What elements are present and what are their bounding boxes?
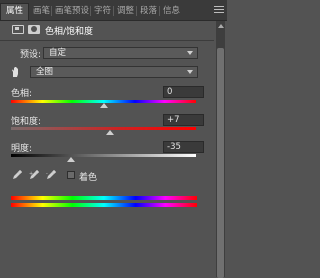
hue-label: 色相: bbox=[11, 89, 33, 99]
panel-title: 色相/饱和度 bbox=[45, 27, 94, 37]
tab-brush-presets[interactable]: 画笔预设 bbox=[55, 4, 89, 20]
hue-input[interactable]: 0 bbox=[163, 86, 204, 98]
lightness-slider-thumb[interactable] bbox=[67, 157, 76, 162]
svg-text:-: - bbox=[46, 171, 48, 177]
svg-text:+: + bbox=[29, 171, 33, 177]
scroll-up-arrow-icon[interactable] bbox=[218, 24, 224, 28]
eyedropper-minus-icon[interactable]: - bbox=[46, 169, 57, 180]
preset-dropdown-value: 自定 bbox=[49, 48, 67, 58]
colorize-checkbox[interactable] bbox=[67, 171, 75, 179]
tab-character[interactable]: 字符 bbox=[94, 4, 111, 20]
colorize-label: 着色 bbox=[79, 173, 98, 183]
tab-properties[interactable]: 属性 bbox=[0, 3, 30, 20]
tab-bar: 属性 画笔 画笔预设 字符 调整 段落 信息 bbox=[0, 0, 227, 21]
lightness-label: 明度: bbox=[11, 144, 33, 154]
saturation-label: 饱和度: bbox=[11, 117, 42, 127]
tab-adjustments[interactable]: 调整 bbox=[117, 4, 134, 20]
chevron-down-icon bbox=[187, 51, 193, 55]
lightness-input[interactable]: -35 bbox=[163, 141, 204, 153]
saturation-input[interactable]: +7 bbox=[163, 114, 204, 126]
input-spectrum-bar bbox=[11, 196, 197, 200]
tab-separator bbox=[90, 6, 91, 16]
properties-panel bbox=[0, 0, 214, 277]
preset-label: 预设: bbox=[20, 50, 42, 60]
eyedropper-icon[interactable] bbox=[12, 169, 23, 180]
adjustment-layer-icon[interactable] bbox=[12, 25, 24, 34]
targeted-adjustment-hand-icon[interactable] bbox=[10, 66, 22, 78]
tab-separator bbox=[113, 6, 114, 16]
saturation-slider-thumb[interactable] bbox=[105, 130, 114, 135]
hue-slider-thumb[interactable] bbox=[99, 103, 108, 108]
chevron-down-icon bbox=[187, 70, 193, 74]
lightness-slider-track[interactable] bbox=[11, 154, 196, 157]
tab-separator bbox=[51, 6, 52, 16]
tab-info[interactable]: 信息 bbox=[163, 4, 180, 20]
tab-paragraph[interactable]: 段落 bbox=[140, 4, 157, 20]
properties-header: 色相/饱和度 bbox=[0, 21, 214, 39]
channel-dropdown-value: 全图 bbox=[36, 67, 54, 77]
preset-dropdown[interactable]: 自定 bbox=[43, 47, 198, 59]
output-spectrum-bar bbox=[11, 203, 197, 207]
tab-separator bbox=[159, 6, 160, 16]
divider bbox=[0, 40, 214, 41]
panel-menu-icon[interactable] bbox=[214, 6, 224, 15]
channel-dropdown[interactable]: 全图 bbox=[30, 66, 198, 78]
saturation-slider-track[interactable] bbox=[11, 127, 196, 130]
layer-mask-icon[interactable] bbox=[28, 25, 40, 34]
scrollbar-thumb[interactable] bbox=[217, 48, 224, 278]
eyedropper-plus-icon[interactable]: + bbox=[29, 169, 40, 180]
tab-separator bbox=[136, 6, 137, 16]
tab-brush[interactable]: 画笔 bbox=[33, 4, 50, 20]
